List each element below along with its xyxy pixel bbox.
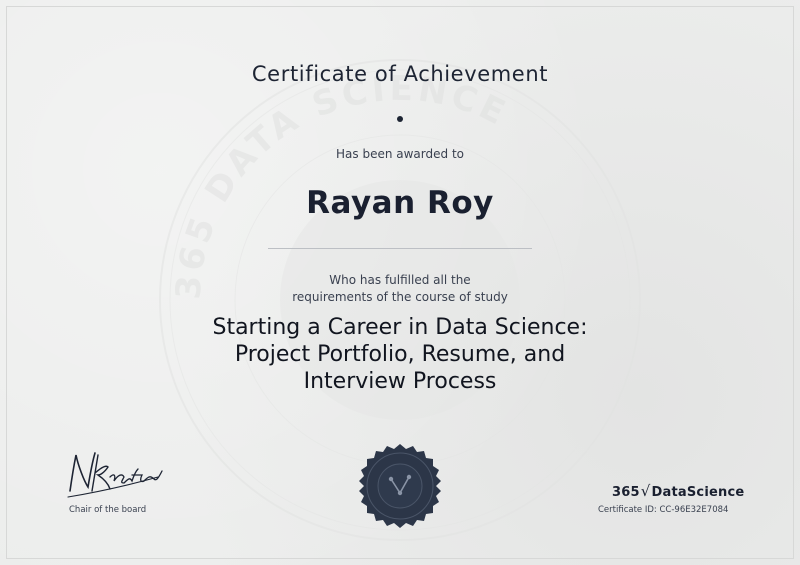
certificate-id: Certificate ID: CC-96E32E7084 <box>598 505 729 515</box>
brand-seal-icon <box>359 444 441 528</box>
signer-role: Chair of the board <box>69 505 147 515</box>
certificate: 365 DATA SCIENCE Certificate of Achievem… <box>0 0 800 565</box>
fulfilled-line-2: requirements of the course of study <box>292 290 508 304</box>
brand-logo: 365√DataScience <box>612 482 744 500</box>
course-title: Starting a Career in Data Science: Proje… <box>0 314 800 395</box>
course-title-line-3: Interview Process <box>303 369 497 394</box>
course-title-line-2: Project Portfolio, Resume, and <box>234 342 566 367</box>
fulfilled-line-1: Who has fulfilled all the <box>329 273 471 287</box>
awarded-text: Has been awarded to <box>336 147 464 161</box>
recipient-name: Rayan Roy <box>306 185 494 221</box>
brand-root-symbol: √ <box>640 482 651 500</box>
divider-dot <box>397 116 403 122</box>
certificate-title: Certificate of Achievement <box>251 62 549 86</box>
course-title-line-1: Starting a Career in Data Science: <box>212 315 588 340</box>
brand-prefix: 365 <box>612 485 640 500</box>
signature-icon <box>67 452 163 498</box>
fulfilled-text: Who has fulfilled all the requirements o… <box>0 272 800 306</box>
name-underline <box>268 248 532 249</box>
brand-name: DataScience <box>651 485 745 500</box>
